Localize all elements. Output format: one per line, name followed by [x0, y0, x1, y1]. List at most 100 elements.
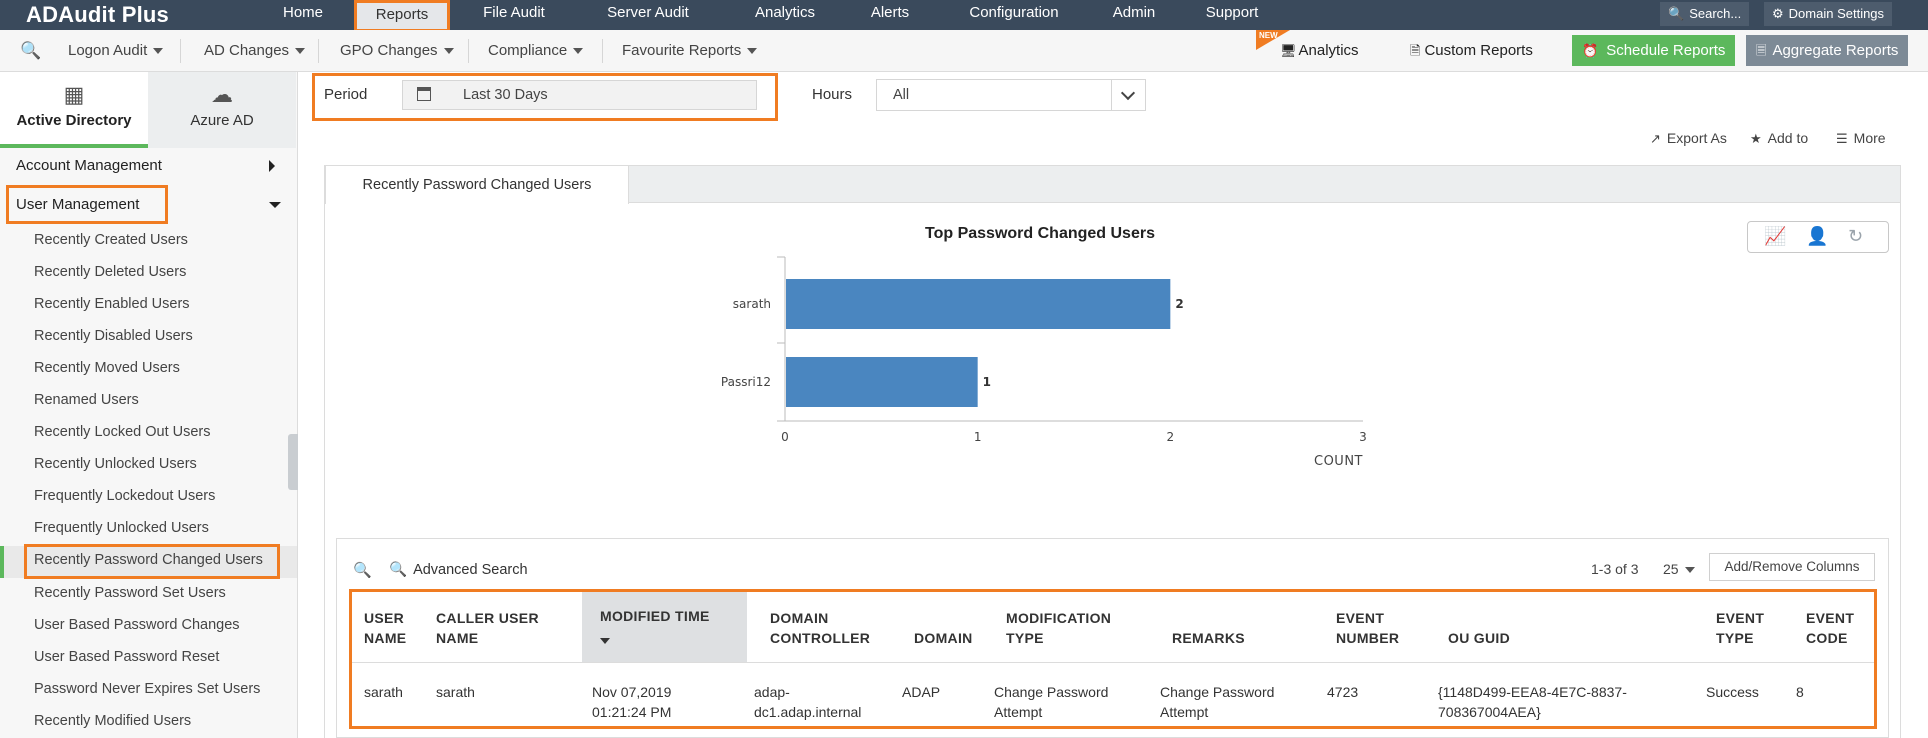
add-to-link[interactable]: ★ Add to: [1750, 130, 1808, 147]
cell-remarks: Change Password Attempt: [1160, 684, 1275, 720]
col-header-domain[interactable]: DOMAIN: [914, 628, 973, 648]
sidebar-item-recently-disabled-users[interactable]: Recently Disabled Users: [34, 328, 193, 344]
category-label: sarath: [733, 297, 771, 311]
data-label: 1: [983, 375, 991, 389]
col-header-event-type[interactable]: EVENT TYPE: [1716, 608, 1764, 648]
top-navigation-bar: ADAudit Plus Home Reports File Audit Ser…: [0, 0, 1928, 32]
page-size-select[interactable]: 25: [1663, 561, 1695, 577]
col-header-domain-controller[interactable]: DOMAIN CONTROLLER: [770, 608, 870, 648]
sidebar-item-recently-modified-users[interactable]: Recently Modified Users: [34, 713, 191, 729]
col-header-remarks[interactable]: REMARKS: [1172, 628, 1245, 648]
aggregate-reports-button[interactable]: 🗏 Aggregate Reports: [1746, 35, 1909, 66]
divider: [180, 39, 181, 63]
cloud-icon: ☁: [211, 82, 233, 107]
sidebar-item-recently-password-set-users[interactable]: Recently Password Set Users: [34, 585, 226, 601]
col-header-event-code[interactable]: EVENT CODE: [1806, 608, 1854, 648]
hours-select[interactable]: All: [876, 79, 1146, 111]
tab-active-directory[interactable]: ▦ Active Directory: [0, 72, 148, 148]
sidebar-item-recently-created-users[interactable]: Recently Created Users: [34, 232, 188, 248]
domain-settings-button[interactable]: ⚙ Domain Settings: [1764, 2, 1893, 26]
sidebar-item-recently-enabled-users[interactable]: Recently Enabled Users: [34, 296, 190, 312]
divider: [468, 39, 469, 63]
cell-domain: ADAP: [902, 684, 941, 700]
sidebar-item-frequently-unlocked-users[interactable]: Frequently Unlocked Users: [34, 520, 209, 536]
menu-compliance[interactable]: Compliance: [488, 30, 584, 72]
nav-alerts[interactable]: Alerts: [850, 0, 930, 30]
cell-caller-user-name: sarath: [436, 684, 475, 700]
nav-support[interactable]: Support: [1182, 0, 1282, 30]
filter-search-icon[interactable]: 🔍: [353, 561, 372, 579]
menu-gpo-changes[interactable]: GPO Changes: [340, 30, 454, 72]
x-axis-label: COUNT: [1314, 454, 1363, 469]
schedule-reports-button[interactable]: ⏰ Schedule Reports: [1572, 35, 1736, 66]
highlight-selected-report: [24, 544, 280, 579]
col-header-caller-user-name[interactable]: CALLER USER NAME: [436, 608, 539, 648]
global-search-button[interactable]: 🔍 Search...: [1660, 2, 1750, 26]
cell-event-number: 4723: [1327, 684, 1359, 700]
section-account-management[interactable]: Account Management: [16, 157, 162, 174]
nav-file-audit[interactable]: File Audit: [464, 0, 564, 30]
export-as-label: Export As: [1666, 130, 1727, 146]
sidebar-item-recently-deleted-users[interactable]: Recently Deleted Users: [34, 264, 186, 280]
chevron-down-icon: [747, 48, 758, 55]
sidebar-item-password-never-expires-set-users[interactable]: Password Never Expires Set Users: [34, 681, 260, 697]
export-as-link[interactable]: ↗ Export As: [1650, 130, 1727, 147]
sort-desc-icon: [600, 638, 610, 644]
chevron-right-icon: [269, 160, 275, 172]
bar: [786, 357, 978, 407]
sidebar-item-frequently-lockedout-users[interactable]: Frequently Lockedout Users: [34, 488, 215, 504]
nav-home[interactable]: Home: [266, 0, 340, 30]
quick-search-icon[interactable]: 🔍: [20, 30, 41, 72]
cell-event-type: Success: [1706, 684, 1759, 700]
sidebar-collapse-handle[interactable]: [288, 434, 298, 490]
chart-toolbar: 📈 👤 ↻: [1747, 221, 1889, 253]
data-label: 2: [1175, 297, 1183, 311]
col-header-user-name[interactable]: USER NAME: [364, 608, 406, 648]
advanced-search-label: Advanced Search: [413, 562, 528, 578]
chevron-down-icon[interactable]: [1111, 80, 1145, 110]
user-icon[interactable]: 👤: [1806, 226, 1828, 247]
tab-azure-ad[interactable]: ☁ Azure AD: [148, 72, 296, 148]
more-link[interactable]: ☰ More: [1836, 130, 1886, 147]
sidebar-item-recently-unlocked-users[interactable]: Recently Unlocked Users: [34, 456, 197, 472]
bar-chart: sarath 2 Passri12 1 0 1 2 3 COUNT: [721, 256, 1367, 469]
highlight-user-management: [6, 185, 168, 224]
add-to-label: Add to: [1767, 130, 1809, 146]
sidebar-item-recently-locked-out-users[interactable]: Recently Locked Out Users: [34, 424, 211, 440]
app-logo: ADAudit Plus: [26, 2, 169, 27]
nav-admin[interactable]: Admin: [1094, 0, 1174, 30]
sidebar-item-renamed-users[interactable]: Renamed Users: [34, 392, 139, 408]
col-header-event-number[interactable]: EVENT NUMBER: [1336, 608, 1399, 648]
nav-analytics[interactable]: Analytics: [730, 0, 840, 30]
calendar-icon: [417, 87, 431, 101]
chart-title: Top Password Changed Users: [925, 225, 1155, 242]
menu-ad-changes[interactable]: AD Changes: [204, 30, 306, 72]
custom-reports-button[interactable]: 🗎 Custom Reports: [1400, 35, 1543, 66]
bar: [786, 279, 1171, 329]
sidebar-item-user-based-password-changes[interactable]: User Based Password Changes: [34, 617, 240, 633]
add-remove-columns-button[interactable]: Add/Remove Columns: [1709, 553, 1875, 581]
chevron-down-icon: [153, 48, 164, 55]
advanced-search-button[interactable]: 🔍 Advanced Search: [389, 561, 528, 578]
chart-add-icon[interactable]: 📈: [1764, 226, 1786, 247]
building-icon: ▦: [63, 82, 85, 107]
chart-refresh-icon[interactable]: ↻: [1848, 226, 1863, 247]
cell-ou-guid: {1148D499-EEA8-4E7C-8837- 708367004AEA}: [1438, 684, 1627, 720]
tab-recently-password-changed-users[interactable]: Recently Password Changed Users: [325, 165, 629, 204]
menu-ad-changes-label: AD Changes: [204, 42, 290, 59]
list-icon: ☰: [1836, 131, 1848, 146]
nav-reports[interactable]: Reports: [354, 0, 450, 32]
menu-logon-audit[interactable]: Logon Audit: [68, 30, 164, 72]
period-picker[interactable]: Last 30 Days: [402, 80, 757, 110]
col-header-modification-type[interactable]: MODIFICATION TYPE: [1006, 608, 1111, 648]
nav-server-audit[interactable]: Server Audit: [578, 0, 718, 30]
menu-favourite-reports[interactable]: Favourite Reports: [622, 30, 758, 72]
sidebar-item-user-based-password-reset[interactable]: User Based Password Reset: [34, 649, 219, 665]
sidebar-item-recently-moved-users[interactable]: Recently Moved Users: [34, 360, 180, 376]
nav-configuration[interactable]: Configuration: [944, 0, 1084, 30]
col-header-modified-time[interactable]: MODIFIED TIME: [600, 606, 710, 626]
analytics-button[interactable]: NEW 🖥 Analytics: [1256, 30, 1369, 66]
tab-azure-ad-label: Azure AD: [190, 112, 254, 129]
col-header-ou-guid[interactable]: OU GUID: [1448, 628, 1510, 648]
x-tick-label: 0: [781, 430, 789, 444]
